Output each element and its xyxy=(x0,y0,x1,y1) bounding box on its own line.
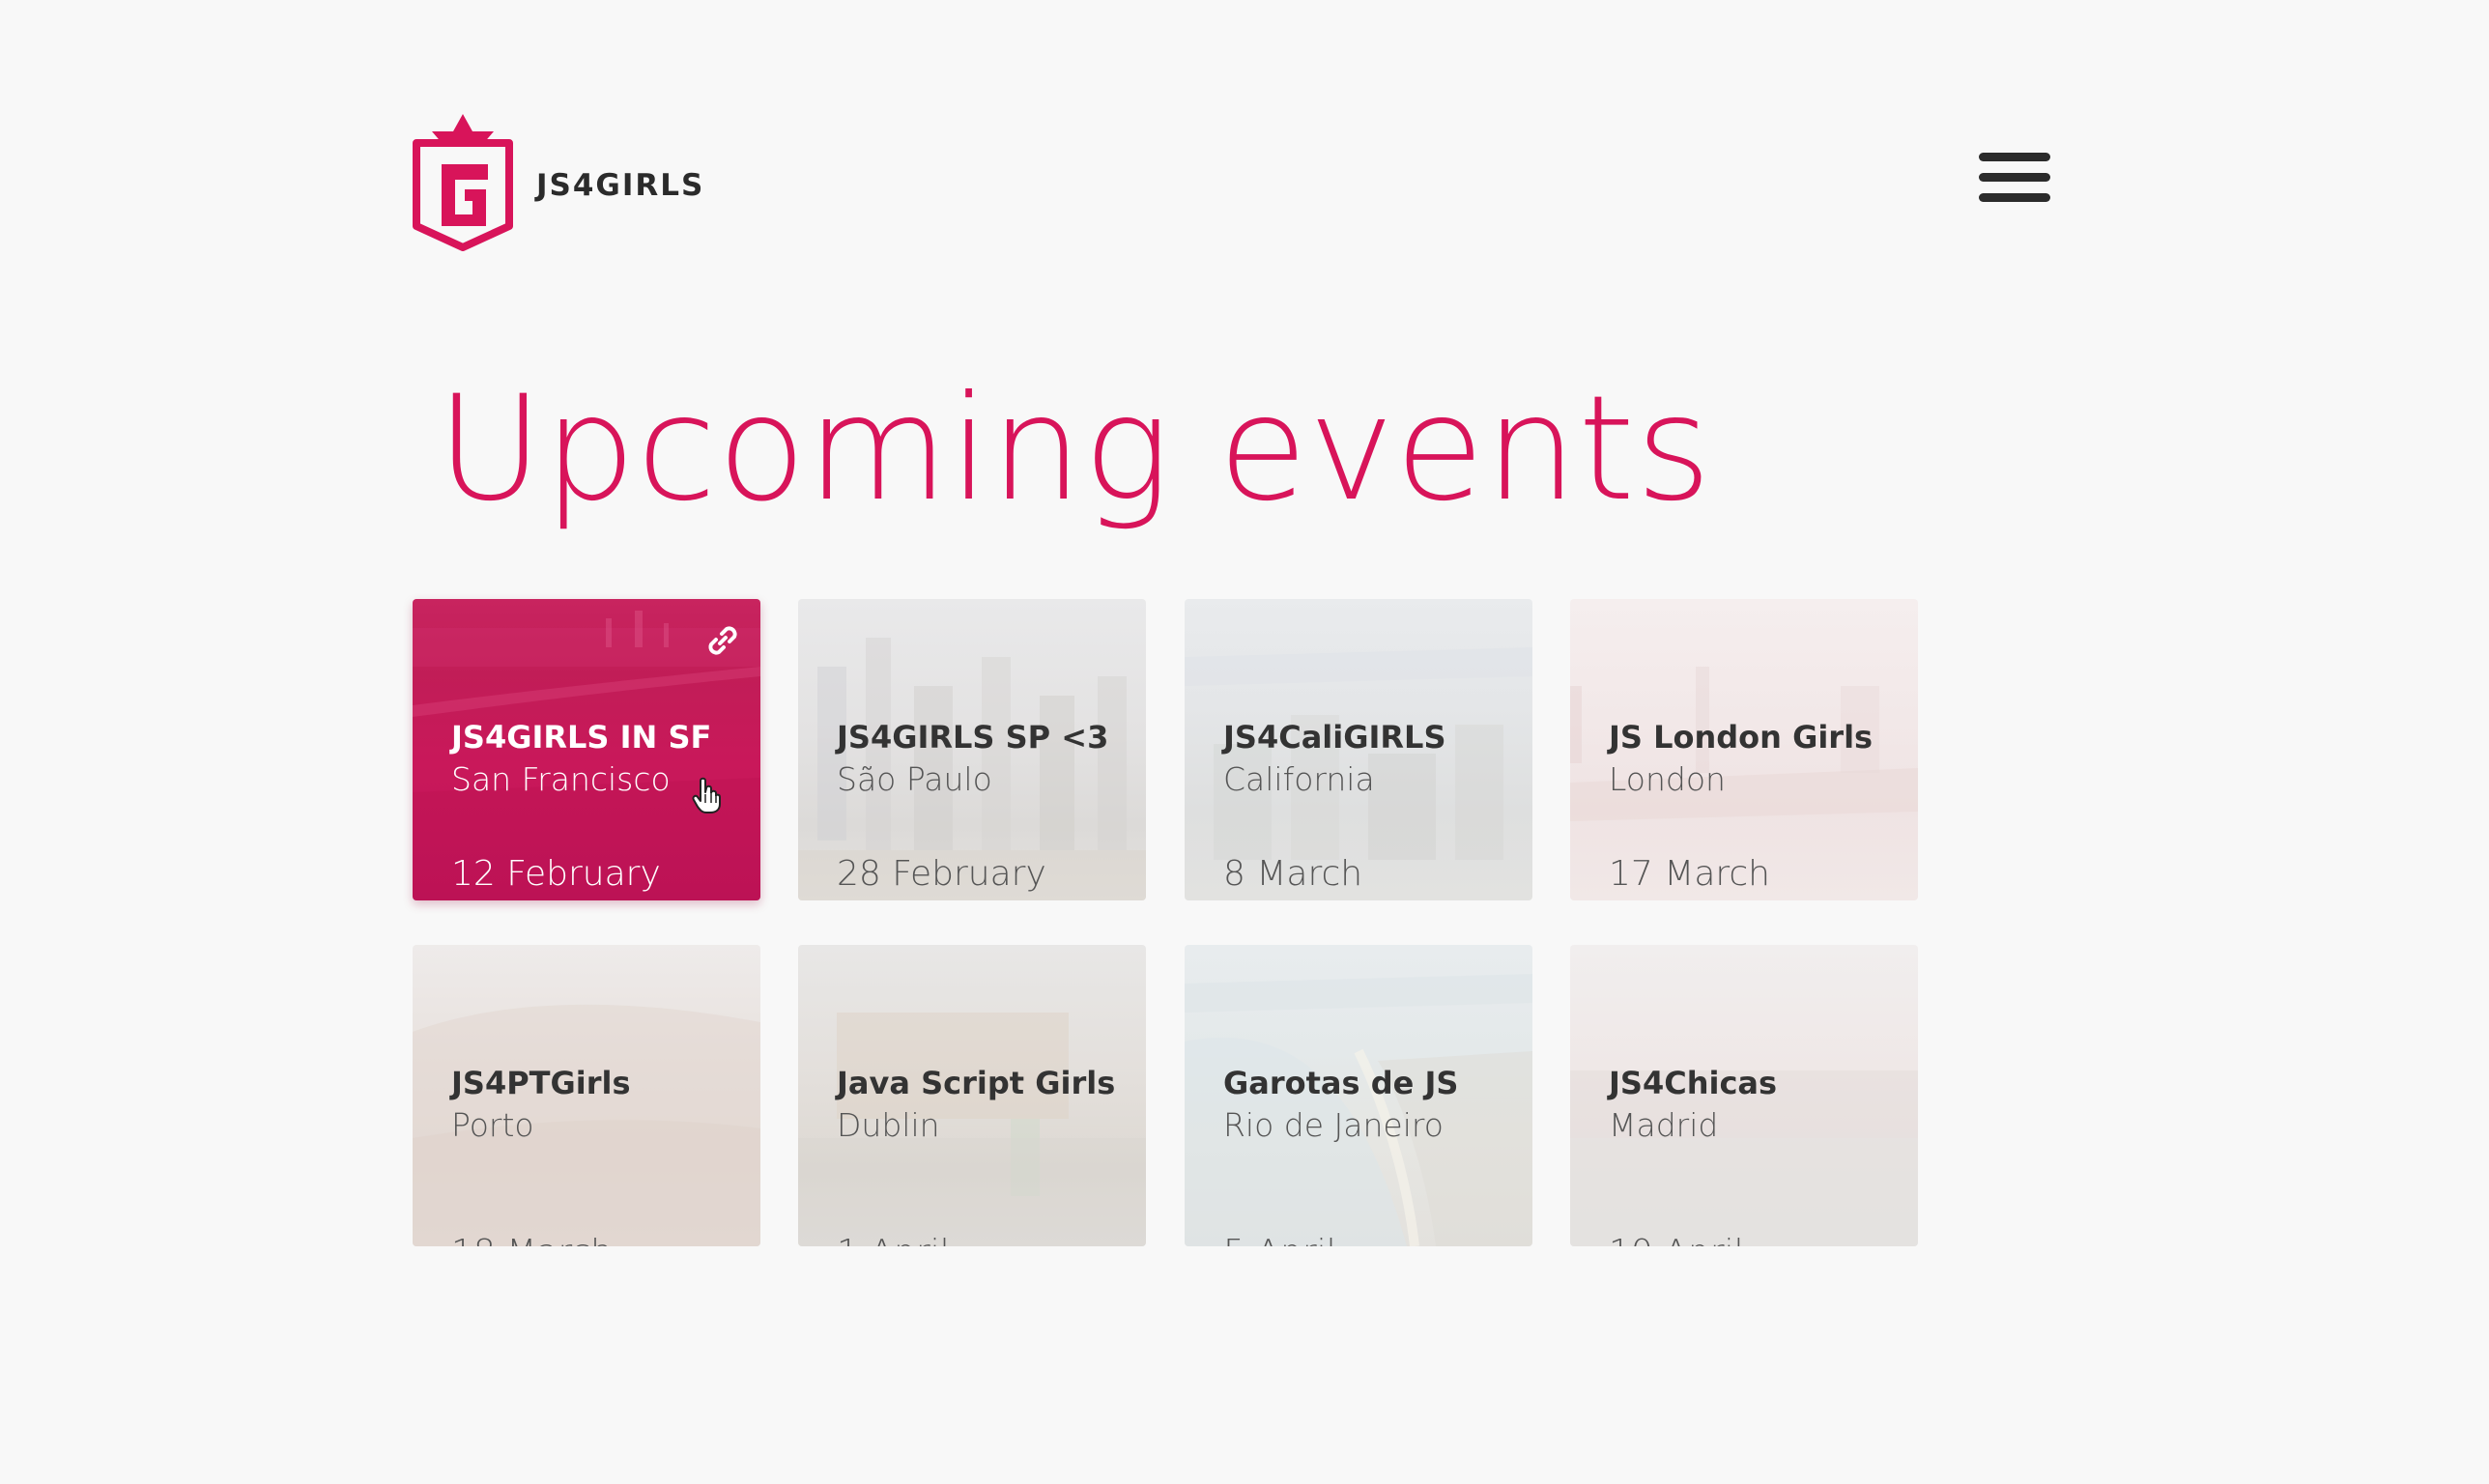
event-card-london[interactable]: JS London Girls London 17 March xyxy=(1570,599,1918,900)
menu-bar xyxy=(1979,153,2050,161)
hamburger-menu-icon[interactable] xyxy=(1971,145,2054,218)
event-name: Java Script Girls xyxy=(837,1065,1116,1101)
event-card-dublin[interactable]: Java Script Girls Dublin 1 April xyxy=(798,945,1146,1246)
menu-bar xyxy=(1979,193,2050,202)
event-card-california[interactable]: JS4CaliGIRLS California 8 March xyxy=(1185,599,1532,900)
event-name: JS4GIRLS IN SF xyxy=(451,719,712,756)
event-date: 5 April xyxy=(1223,1233,1336,1246)
event-date: 12 February xyxy=(451,854,661,894)
card-body: Java Script Girls Dublin 1 April xyxy=(837,1063,1127,1246)
hand-pointer-cursor-icon xyxy=(692,777,721,813)
event-date: 18 March xyxy=(451,1233,613,1246)
card-body: JS4PTGirls Porto 18 March xyxy=(451,1063,741,1246)
menu-bar xyxy=(1979,173,2050,182)
crowned-g-shield-logo-icon xyxy=(413,114,513,251)
event-city: London xyxy=(1609,760,1726,798)
card-body: JS4Chicas Madrid 10 April xyxy=(1609,1063,1899,1246)
event-city: Rio de Janeiro xyxy=(1223,1106,1444,1144)
event-name: JS4CaliGIRLS xyxy=(1223,719,1446,756)
event-card-madrid[interactable]: JS4Chicas Madrid 10 April xyxy=(1570,945,1918,1246)
card-body: Garotas de JS Rio de Janeiro 5 April xyxy=(1223,1063,1513,1246)
event-date: 1 April xyxy=(837,1233,950,1246)
event-city: California xyxy=(1223,760,1375,798)
event-card-porto[interactable]: JS4PTGirls Porto 18 March xyxy=(413,945,760,1246)
event-card-rio[interactable]: Garotas de JS Rio de Janeiro 5 April xyxy=(1185,945,1532,1246)
brand-name: JS4GIRLS xyxy=(536,168,705,203)
event-date: 17 March xyxy=(1609,854,1770,894)
event-date: 10 April xyxy=(1609,1233,1744,1246)
event-name: JS4PTGirls xyxy=(451,1065,631,1101)
event-date: 28 February xyxy=(837,854,1046,894)
event-city: São Paulo xyxy=(837,760,992,798)
event-city: Madrid xyxy=(1609,1106,1719,1144)
event-name: JS4Chicas xyxy=(1609,1065,1778,1101)
event-city: Porto xyxy=(451,1106,534,1144)
event-name: JS London Girls xyxy=(1609,719,1874,756)
card-body: JS4GIRLS SP <3 São Paulo 28 February xyxy=(837,717,1127,900)
event-card-sp[interactable]: JS4GIRLS SP <3 São Paulo 28 February xyxy=(798,599,1146,900)
event-city: Dublin xyxy=(837,1106,940,1144)
page-title: Upcoming events xyxy=(437,365,1713,533)
event-name: JS4GIRLS SP <3 xyxy=(837,719,1109,756)
event-name: Garotas de JS xyxy=(1223,1065,1459,1101)
logo-link[interactable]: JS4GIRLS xyxy=(413,108,722,253)
link-icon[interactable] xyxy=(702,620,743,661)
card-body: JS London Girls London 17 March xyxy=(1609,717,1899,900)
event-date: 8 March xyxy=(1223,854,1363,894)
event-card-sf[interactable]: JS4GIRLS IN SF San Francisco 12 February xyxy=(413,599,760,900)
card-body: JS4CaliGIRLS California 8 March xyxy=(1223,717,1513,900)
